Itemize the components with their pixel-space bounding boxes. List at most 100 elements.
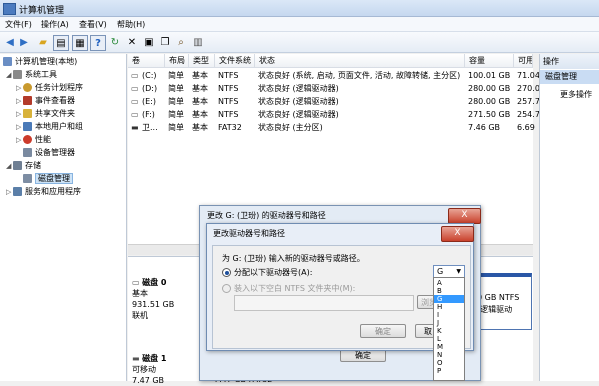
column-header-type[interactable]: 类型 [189,54,215,68]
cell-type: 基本 [192,84,208,93]
copy-icon[interactable]: ❐ [158,35,172,49]
tree-item-system-tools[interactable]: ◢ 系统工具 [6,69,57,81]
drive-icon: ▭ [131,97,139,106]
cell-filesystem: NTFS [218,84,239,93]
back-arrow-icon[interactable]: ◀ [3,35,17,49]
menu-bar: 文件(F) 操作(A) 查看(V) 帮助(H) [0,17,599,32]
search-icon[interactable]: ⌕ [174,35,188,49]
table-row[interactable]: ▭ (D:) 简单 基本 NTFS 状态良好 (逻辑驱动器) 280.00 GB… [128,82,540,95]
radio-unselected-icon[interactable] [222,284,231,293]
tree-item-event-viewer[interactable]: ▷ 事件查看器 [16,95,75,107]
drive-icon: ▭ [131,71,139,80]
dropdown-option[interactable]: I [434,311,464,319]
settings-icon[interactable]: ▥ [191,35,205,49]
storage-icon [13,161,22,170]
menu-view[interactable]: 查看(V) [79,19,107,30]
expand-arrow-icon[interactable]: ▷ [16,108,23,120]
dropdown-option[interactable]: P [434,367,464,375]
cell-capacity: 100.01 GB [468,71,511,80]
disk-type: 可移动 [132,365,156,374]
delete-icon[interactable]: ✕ [125,35,139,49]
cell-free-space: 6.69 [517,123,535,132]
expand-arrow-icon[interactable]: ▷ [16,82,23,94]
device-icon [23,148,32,157]
dropdown-option[interactable]: H [434,303,464,311]
cell-free-space: 71.04 [517,71,540,80]
tree-item-shared-folders[interactable]: ▷ 共享文件夹 [16,108,75,120]
expand-arrow-icon[interactable]: ▷ [16,121,23,133]
radio-selected-icon[interactable] [222,268,231,277]
menu-file[interactable]: 文件(F) [5,19,32,30]
tree-item-services-apps[interactable]: ▷ 服务和应用程序 [6,186,81,198]
collapse-arrow-icon[interactable]: ◢ [6,69,13,81]
dropdown-option[interactable]: B [434,287,464,295]
dropdown-option[interactable]: J [434,319,464,327]
tree-root[interactable]: 计算机管理(本地) [3,56,77,68]
collapse-arrow-icon[interactable]: ◢ [6,160,13,172]
cell-volume: (E:) [142,97,156,106]
dropdown-option[interactable]: K [434,327,464,335]
cell-capacity: 271.50 GB [468,110,511,119]
expand-arrow-icon[interactable]: ▷ [16,95,23,107]
help-icon[interactable]: ? [90,35,106,51]
cell-layout: 简单 [168,123,184,132]
refresh-icon[interactable]: ↻ [108,35,122,49]
tree-item-local-users[interactable]: ▷ 本地用户和组 [16,121,83,133]
table-row[interactable]: ▭ (C:) 简单 基本 NTFS 状态良好 (系统, 启动, 页面文件, 活动… [128,69,540,82]
expand-arrow-icon[interactable]: ▷ [16,134,23,146]
folder-icon[interactable]: ▰ [36,35,50,49]
partition-status-label: (逻辑驱动 [477,305,513,314]
performance-icon [23,135,32,144]
cell-status: 状态良好 (逻辑驱动器) [258,110,339,119]
column-header-capacity[interactable]: 容量 [465,54,514,68]
mount-folder-option[interactable]: 装入以下空白 NTFS 文件夹中(M): [222,283,355,294]
folder-path-input[interactable] [234,295,414,311]
actions-section-disk-management[interactable]: 磁盘管理 [540,70,599,84]
clock-icon [23,83,32,92]
cell-filesystem: FAT32 [218,123,242,132]
dropdown-option[interactable]: O [434,359,464,367]
console-tree: 计算机管理(本地) ◢ 系统工具 ▷ 任务计划程序 ▷ 事件查看器 ▷ 共享文件夹 ▷ 本… [0,54,127,381]
usb-drive-icon: ▬ [131,123,139,132]
cell-capacity: 280.00 GB [468,84,511,93]
tree-item-label: 本地用户和组 [35,122,83,131]
more-actions-link[interactable]: 更多操作 [560,89,592,100]
column-header-volume[interactable]: 卷 [128,54,165,68]
tree-item-task-scheduler[interactable]: ▷ 任务计划程序 [16,82,83,94]
assign-letter-option[interactable]: 分配以下驱动器号(A): [222,267,312,278]
forward-arrow-icon[interactable]: ▶ [17,35,31,49]
column-header-layout[interactable]: 布局 [165,54,189,68]
column-header-free-space[interactable]: 可用空间 [514,54,533,68]
ok-button[interactable]: 确定 [360,324,406,338]
drive-letter-dropdown[interactable]: A B G H I J K L M N O P [433,277,465,381]
table-row[interactable]: ▭ (E:) 简单 基本 NTFS 状态良好 (逻辑驱动器) 280.00 GB… [128,95,540,108]
dropdown-option[interactable]: A [434,279,464,287]
cell-status: 状态良好 (系统, 启动, 页面文件, 活动, 故障转储, 主分区) [258,71,461,80]
console-tree-icon[interactable]: ▤ [53,35,69,51]
expand-arrow-icon[interactable]: ▷ [6,186,13,198]
disk-0-info[interactable]: ▭ 磁盘 0 基本 931.51 GB 联机 [132,277,174,321]
dropdown-option[interactable]: M [434,343,464,351]
close-icon[interactable]: X [448,208,481,224]
dropdown-option[interactable]: L [434,335,464,343]
actions-header: 操作 [540,54,599,69]
table-row[interactable]: ▬ 卫... 简单 基本 FAT32 状态良好 (主分区) 7.46 GB 6.… [128,121,535,134]
dropdown-option[interactable]: N [434,351,464,359]
tree-item-storage[interactable]: ◢ 存储 [6,160,41,172]
menu-help[interactable]: 帮助(H) [117,19,145,30]
table-row[interactable]: ▭ (F:) 简单 基本 NTFS 状态良好 (逻辑驱动器) 271.50 GB… [128,108,540,121]
dropdown-option-selected[interactable]: G [434,295,464,303]
properties-icon[interactable]: ▦ [72,35,88,51]
column-header-status[interactable]: 状态 [255,54,465,68]
rename-icon[interactable]: ▣ [142,35,156,49]
column-header-filesystem[interactable]: 文件系统 [215,54,255,68]
tree-item-performance[interactable]: ▷ 性能 [16,134,51,146]
menu-action[interactable]: 操作(A) [41,19,69,30]
dialog-title: 更改 G: (卫玢) 的驱动器号和路径 [207,211,326,220]
tree-item-label: 设备管理器 [35,148,75,157]
tree-item-disk-management[interactable]: 磁盘管理 [23,173,73,185]
cell-type: 基本 [192,123,208,132]
tree-item-device-manager[interactable]: 设备管理器 [23,147,75,159]
disk-1-info[interactable]: ▬ 磁盘 1 可移动 7.47 GB [132,353,166,386]
close-icon[interactable]: X [441,226,474,242]
